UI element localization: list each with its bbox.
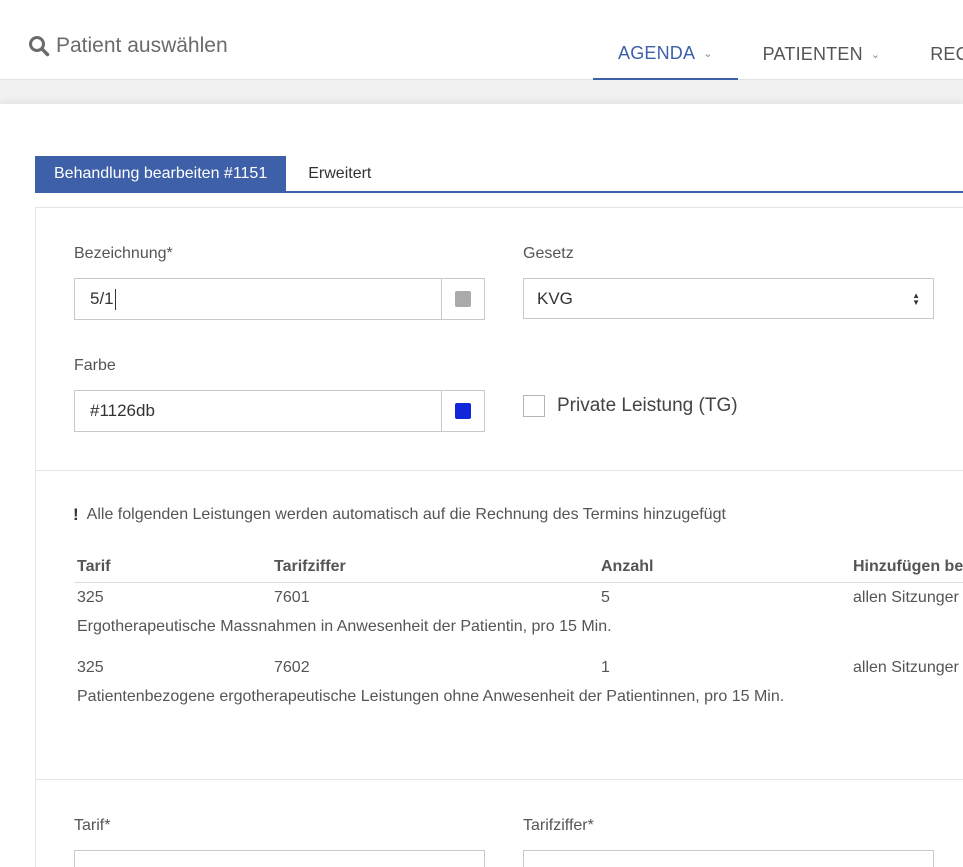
cell-hinzufuegen: allen Sitzunger — [853, 589, 959, 606]
cell-tarif: 325 — [77, 589, 104, 606]
bezeichnung-label: Bezeichnung* — [74, 245, 173, 262]
top-header: Patient auswählen AGENDA ⌄ PATIENTEN ⌄ R… — [0, 0, 963, 80]
gesetz-select[interactable]: KVG ▲ ▼ — [523, 278, 934, 319]
row-description: Patientenbezogene ergotherapeutische Lei… — [77, 688, 785, 705]
cell-hinzufuegen: allen Sitzunger — [853, 659, 959, 676]
patient-search-button[interactable]: Patient auswählen — [28, 34, 228, 58]
color-swatch-icon — [455, 291, 471, 307]
section-divider — [36, 779, 963, 780]
farbe-input[interactable]: #1126db — [75, 391, 441, 431]
farbe-label: Farbe — [74, 357, 116, 374]
cell-tarifziffer: 7601 — [274, 589, 310, 606]
bezeichnung-value: 5/1 — [90, 289, 114, 308]
tarifziffer-label: Tarifziffer* — [523, 817, 594, 834]
main-nav: AGENDA ⌄ PATIENTEN ⌄ REC — [593, 28, 963, 80]
nav-agenda[interactable]: AGENDA ⌄ — [593, 28, 738, 80]
table-header-line — [74, 582, 963, 583]
tab-erweitert[interactable]: Erweitert — [286, 156, 393, 191]
gesetz-label: Gesetz — [523, 245, 574, 262]
section-divider — [36, 470, 963, 471]
private-leistung-checkbox[interactable] — [523, 395, 545, 417]
column-header-hinzufuegen: Hinzufügen be — [853, 558, 963, 575]
farbe-color-button[interactable] — [441, 391, 484, 431]
bezeichnung-color-button[interactable] — [441, 279, 484, 319]
header-shadow-band — [0, 80, 963, 106]
tarif-select[interactable] — [74, 850, 485, 867]
patient-search-label: Patient auswählen — [56, 34, 228, 57]
services-notice: ! Alle folgenden Leistungen werden autom… — [73, 505, 726, 525]
cell-anzahl: 5 — [601, 589, 610, 606]
nav-patienten[interactable]: PATIENTEN ⌄ — [738, 28, 906, 80]
column-header-anzahl: Anzahl — [601, 558, 654, 575]
farbe-field[interactable]: #1126db — [74, 390, 485, 432]
chevron-down-icon: ⌄ — [703, 47, 713, 60]
cell-anzahl: 1 — [601, 659, 610, 676]
tab-bar: Behandlung bearbeiten #1151 Erweitert — [35, 156, 963, 193]
row-description: Ergotherapeutische Massnahmen in Anwesen… — [77, 618, 612, 635]
tarifziffer-select[interactable] — [523, 850, 934, 867]
nav-patienten-label: PATIENTEN — [762, 43, 863, 64]
column-header-tarifziffer: Tarifziffer — [274, 558, 346, 575]
exclamation-icon: ! — [73, 505, 79, 524]
text-cursor — [114, 288, 116, 310]
cell-tarif: 325 — [77, 659, 104, 676]
tarif-label: Tarif* — [74, 817, 111, 834]
column-header-tarif: Tarif — [77, 558, 111, 575]
nav-rechnungen[interactable]: REC — [905, 28, 963, 80]
private-leistung-label: Private Leistung (TG) — [557, 395, 738, 416]
private-leistung-option[interactable]: Private Leistung (TG) — [523, 395, 738, 417]
select-arrows-icon: ▲ ▼ — [912, 290, 920, 307]
notice-text: Alle folgenden Leistungen werden automat… — [86, 506, 726, 523]
color-swatch-icon — [455, 403, 471, 419]
cell-tarifziffer: 7602 — [274, 659, 310, 676]
gesetz-value: KVG — [537, 288, 573, 308]
farbe-value: #1126db — [90, 401, 155, 420]
bezeichnung-input[interactable]: 5/1 — [75, 279, 441, 319]
search-icon — [29, 36, 50, 57]
nav-agenda-label: AGENDA — [618, 42, 696, 63]
nav-rechnungen-label: REC — [930, 43, 963, 64]
chevron-down-icon: ⌄ — [870, 48, 881, 61]
tab-behandlung-bearbeiten[interactable]: Behandlung bearbeiten #1151 — [35, 156, 287, 191]
bezeichnung-field[interactable]: 5/1 — [74, 278, 485, 320]
